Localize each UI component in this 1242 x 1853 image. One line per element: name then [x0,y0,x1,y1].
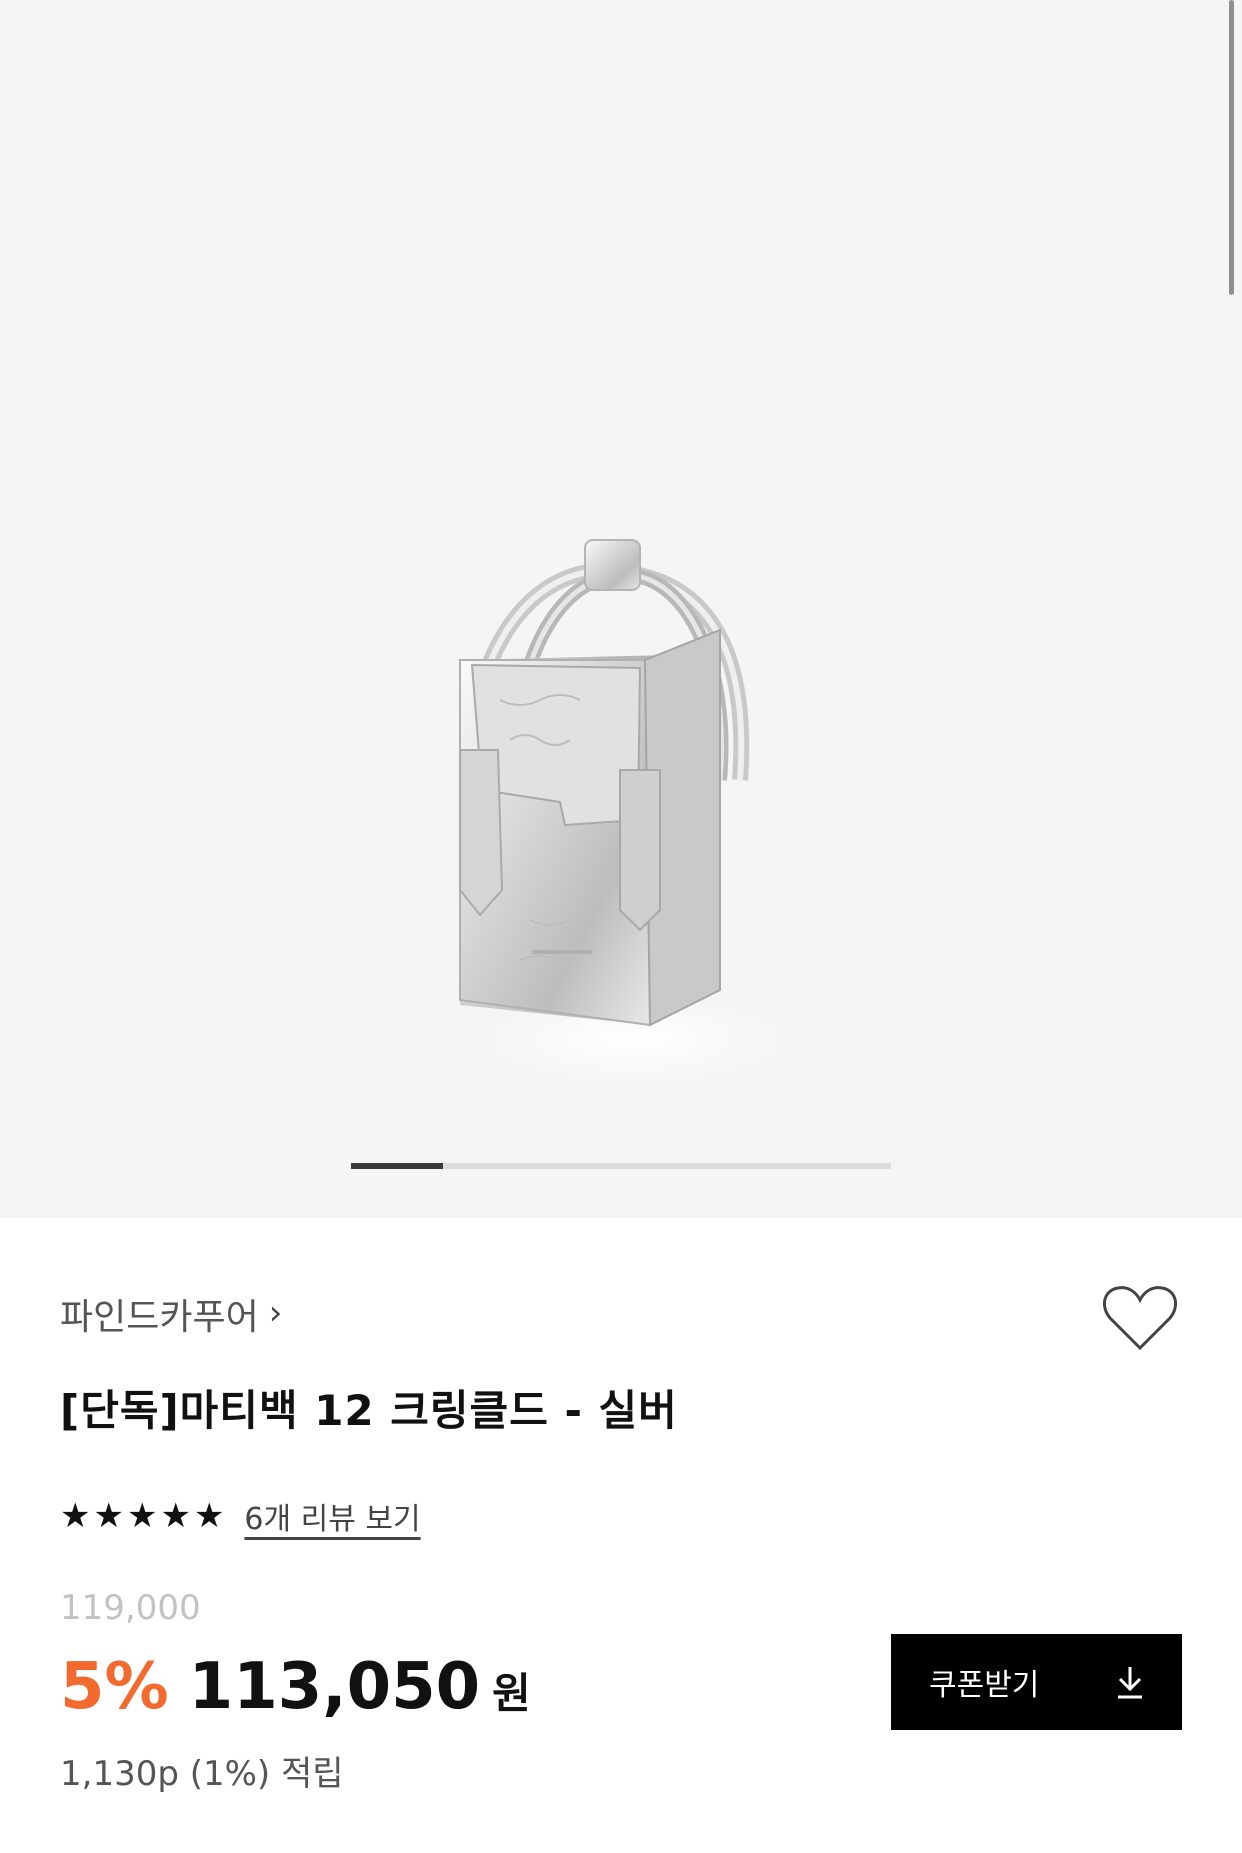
heart-icon [1102,1286,1178,1351]
product-gallery[interactable] [0,0,1242,1218]
reviews-link[interactable]: 6개 리뷰 보기 [244,1494,420,1538]
original-price: 119,000 [60,1588,201,1628]
currency-label: 원 [492,1669,531,1718]
wishlist-button[interactable] [1102,1284,1178,1352]
rating-row: ★ ★ ★ ★ ★ 6개 리뷰 보기 [60,1494,421,1538]
star-icon: ★ [160,1496,191,1536]
brand-name: 파인드카푸어 [60,1297,259,1338]
star-icon: ★ [193,1496,225,1536]
star-icon: ★ [60,1496,91,1536]
image-pagination-active [351,1163,443,1169]
download-icon [1118,1667,1142,1699]
reward-points: 1,130p (1%) 적립 [60,1754,344,1794]
coupon-download-button[interactable]: 쿠폰받기 [891,1634,1182,1730]
rating-stars: ★ ★ ★ ★ ★ [60,1499,224,1533]
chevron-right-icon: › [268,1293,283,1333]
star-icon: ★ [93,1496,124,1536]
price-row: 5% 113,050 원 [60,1650,531,1724]
star-icon: ★ [126,1496,158,1536]
sale-price: 113,050 [188,1650,481,1724]
image-pagination [351,1163,891,1169]
scrollbar[interactable] [1229,0,1234,295]
brand-link[interactable]: 파인드카푸어 › [60,1288,282,1340]
product-title: [단독]마티백 12 크링클드 - 실버 [60,1386,678,1435]
discount-rate: 5% [60,1650,169,1724]
coupon-button-label: 쿠폰받기 [929,1668,1040,1703]
product-image[interactable] [420,520,840,1100]
